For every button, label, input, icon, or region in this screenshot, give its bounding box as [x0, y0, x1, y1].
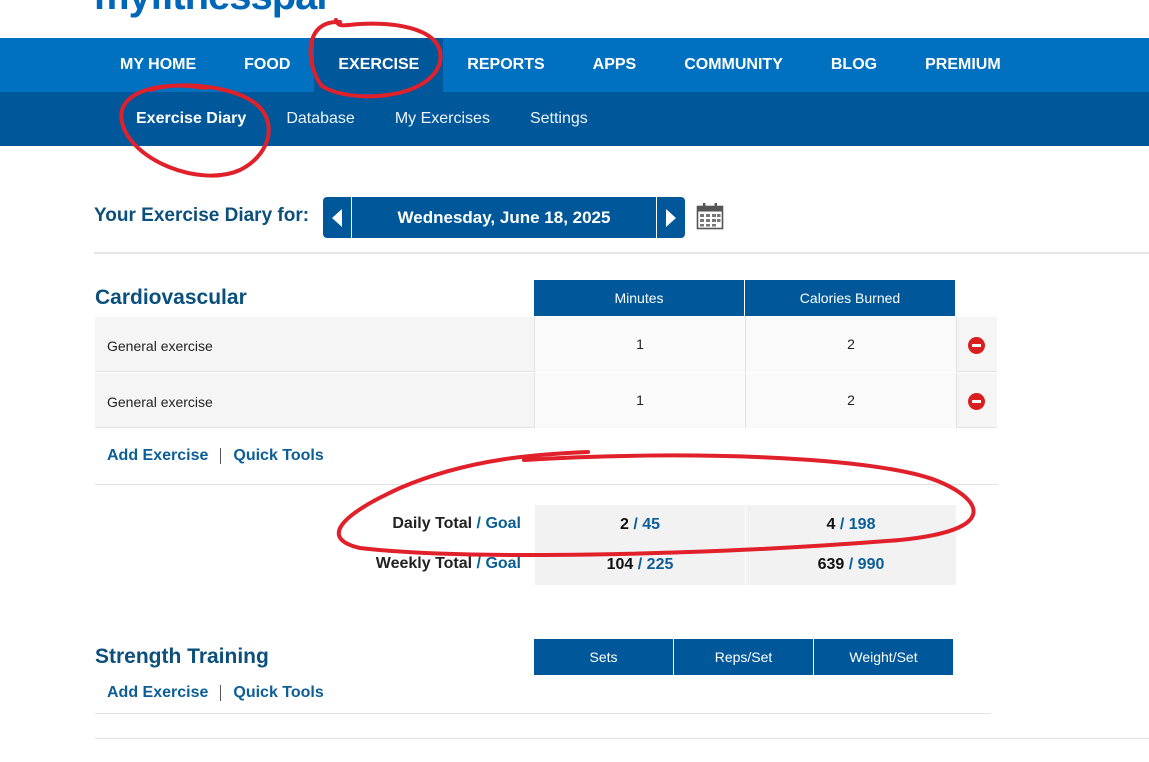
brand-logo[interactable]: myfitnesspal — [94, 0, 328, 19]
exercise-name-link[interactable]: General exercise — [107, 338, 213, 354]
nav-premium[interactable]: PREMIUM — [901, 38, 1025, 92]
nav-blog[interactable]: BLOG — [807, 38, 901, 92]
quick-tools-link[interactable]: Quick Tools — [233, 684, 323, 702]
nav-exercise[interactable]: EXERCISE — [314, 38, 444, 92]
add-exercise-link[interactable]: Add Exercise — [107, 447, 208, 465]
section-divider — [94, 252, 1149, 254]
nav-my-home[interactable]: MY HOME — [96, 38, 220, 92]
weekly-minutes-total: 104 / 225 — [534, 545, 745, 585]
next-day-button[interactable] — [656, 197, 685, 238]
nav-community[interactable]: COMMUNITY — [660, 38, 807, 92]
previous-day-button[interactable] — [323, 197, 352, 238]
weekly-goal-text: Goal — [485, 555, 521, 572]
column-header-weight: Weight/Set — [814, 639, 954, 675]
sub-nav: Exercise Diary Database My Exercises Set… — [0, 92, 1149, 146]
divider — [95, 713, 991, 714]
calories-cell[interactable]: 2 — [745, 373, 956, 428]
daily-total-text: Daily Total — [392, 515, 473, 532]
chevron-right-icon — [666, 208, 676, 227]
quick-tools-link[interactable]: Quick Tools — [233, 447, 323, 465]
cardio-section-title: Cardiovascular — [95, 286, 247, 309]
weekly-calories-total: 639 / 990 — [745, 545, 956, 585]
delete-entry-icon[interactable] — [968, 393, 985, 410]
subnav-exercise-diary[interactable]: Exercise Diary — [116, 110, 266, 128]
daily-goal-text: Goal — [485, 515, 521, 532]
weekly-total-text: Weekly Total — [375, 555, 473, 572]
current-date: Wednesday, June 18, 2025 — [397, 207, 611, 227]
weekly-total-label: Weekly Total / Goal — [375, 555, 521, 572]
calories-cell[interactable]: 2 — [745, 317, 956, 372]
diary-date-label: Your Exercise Diary for: — [94, 205, 310, 226]
strength-links: Add Exercise Quick Tools — [107, 684, 324, 702]
minutes-cell[interactable]: 1 — [534, 373, 745, 428]
delete-entry-icon[interactable] — [968, 337, 985, 354]
main-nav: MY HOME FOOD EXERCISE REPORTS APPS COMMU… — [0, 38, 1149, 92]
daily-minutes-total: 2 / 45 — [534, 505, 745, 545]
nav-apps[interactable]: APPS — [569, 38, 661, 92]
strength-section-title: Strength Training — [95, 645, 269, 668]
column-header-minutes: Minutes — [534, 280, 745, 316]
column-header-calories: Calories Burned — [745, 280, 956, 316]
add-exercise-link[interactable]: Add Exercise — [107, 684, 208, 702]
divider — [95, 484, 998, 485]
calendar-icon[interactable] — [696, 202, 724, 230]
minutes-cell[interactable]: 1 — [534, 317, 745, 372]
column-header-reps: Reps/Set — [674, 639, 814, 675]
exercise-name-link[interactable]: General exercise — [107, 394, 213, 410]
chevron-left-icon — [332, 208, 342, 227]
subnav-settings[interactable]: Settings — [510, 110, 608, 128]
daily-total-label: Daily Total / Goal — [392, 515, 521, 532]
subnav-database[interactable]: Database — [266, 110, 375, 128]
date-selector: Wednesday, June 18, 2025 — [323, 197, 685, 238]
daily-calories-total: 4 / 198 — [745, 505, 956, 545]
table-row: General exercise 1 2 — [95, 373, 997, 428]
column-header-sets: Sets — [534, 639, 674, 675]
cardio-links: Add Exercise Quick Tools — [107, 447, 324, 465]
link-separator — [220, 448, 222, 464]
subnav-my-exercises[interactable]: My Exercises — [375, 110, 510, 128]
table-row: General exercise 1 2 — [95, 317, 997, 372]
divider — [95, 738, 1149, 739]
nav-food[interactable]: FOOD — [220, 38, 314, 92]
link-separator — [220, 685, 222, 701]
nav-reports[interactable]: REPORTS — [443, 38, 568, 92]
